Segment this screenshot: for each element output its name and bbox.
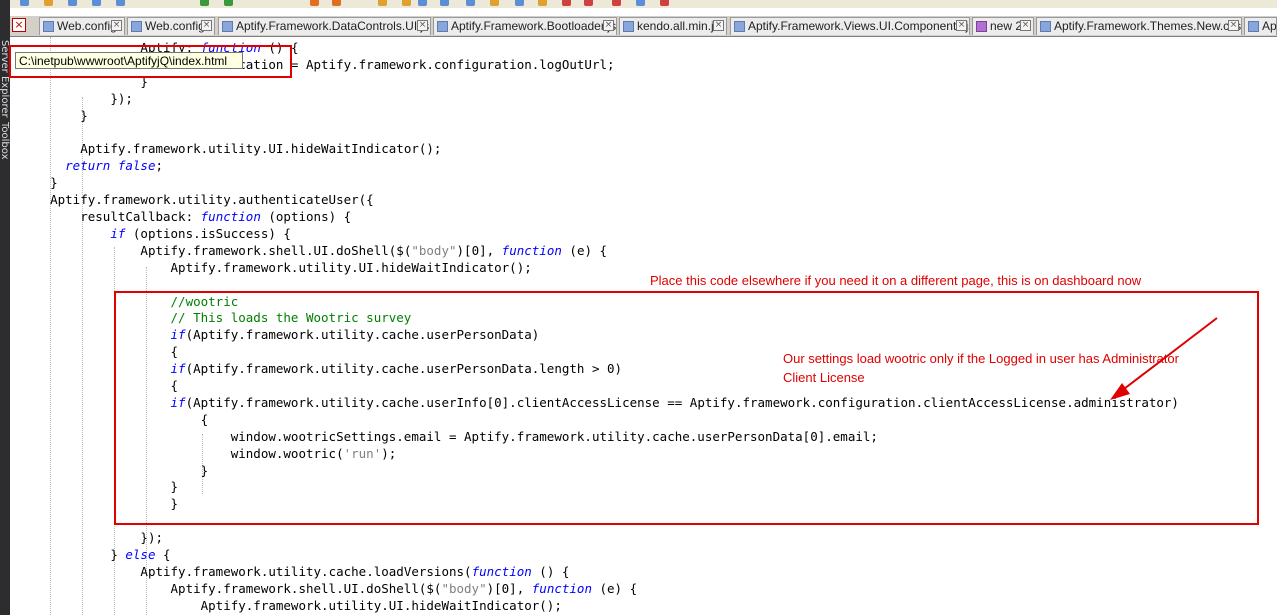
play-icon[interactable] [612,0,621,6]
tab-new-2[interactable]: new 2 × [972,17,1034,35]
bookmark-icon[interactable] [515,0,524,6]
annotation-side-note-line1: Our settings load wootric only if the Lo… [783,351,1179,366]
code-line: Aptify.framework.shell.UI.doShell($("bod… [170,580,638,596]
file-icon [222,21,233,32]
code-line: Aptify.framework.utility.UI.hideWaitIndi… [200,597,562,613]
code-line: } else { [110,547,171,562]
save-icon[interactable] [68,0,77,6]
annotation-top-note: Place this code elsewhere if you need it… [650,273,1142,288]
code-line: if (options.isSuccess) { [110,225,291,241]
file-tabs: Web.config × Web.config × Aptify.Framework… [10,16,1277,37]
save-macro-icon[interactable] [660,0,669,6]
file-icon [1248,21,1259,32]
tab-datacontrols-ui-js[interactable]: Aptify.Framework.DataControls.UI.js × [218,17,431,35]
path-highlight-box [9,45,292,78]
code-line: }); [110,90,133,106]
tab-close-icon[interactable]: × [1020,20,1031,31]
record-icon[interactable] [562,0,571,6]
tab-close-icon[interactable]: × [201,20,212,31]
tab-close-icon[interactable]: × [956,20,967,31]
stop-icon[interactable] [584,0,593,6]
side-panel: Server Explorer Toolbox [0,0,10,615]
code-line: return false; [65,158,164,174]
code-line: Aptify.framework.utility.UI.hideWaitIndi… [170,259,532,275]
wrap-icon[interactable] [466,0,475,6]
undo-icon[interactable] [200,0,209,6]
file-icon [623,21,634,32]
code-line: } [50,175,58,191]
file-icon [43,21,54,32]
toolbox-label[interactable]: Toolbox [0,122,10,160]
code-line: } [80,107,88,123]
replace-icon[interactable] [418,0,427,6]
file-icon [437,21,448,32]
code-line: }); [140,530,163,546]
macro-icon[interactable] [538,0,547,6]
copy-icon[interactable] [332,0,341,6]
code-line: resultCallback: function (options) { [80,209,352,224]
tab-bootloader-js[interactable]: Aptify.Framework.Bootloader.js × [433,17,617,35]
tab-close-icon[interactable]: × [713,20,724,31]
file-icon [734,21,745,32]
tab-close-icon[interactable]: × [417,20,428,31]
file-icon [976,21,987,32]
code-line: Aptify.framework.shell.UI.doShell($("bod… [140,242,608,258]
code-line: Aptify.framework.utility.cache.loadVersi… [140,563,570,579]
tab-views-ui-components-js[interactable]: Aptify.Framework.Views.UI.Components.js × [730,17,970,35]
zoom-icon[interactable] [440,0,449,6]
code-line: Aptify.framework.utility.authenticateUse… [50,192,374,208]
code-line: Aptify.framework.utility.UI.hideWaitIndi… [80,141,442,157]
tab-close-icon[interactable]: × [1228,20,1239,31]
redo-icon[interactable] [224,0,233,6]
open-file-icon[interactable] [44,0,53,6]
tab-web-config-2[interactable]: Web.config × [127,17,215,35]
cut-icon[interactable] [310,0,319,6]
file-icon [131,21,142,32]
paste-icon[interactable] [378,0,387,6]
close-icon[interactable] [116,0,125,6]
toolbar [10,0,1277,8]
indent-icon[interactable] [490,0,499,6]
annotation-side-note-line2: Client License [783,370,865,385]
file-icon [1040,21,1051,32]
tab-apt-overflow[interactable]: Apt [1244,17,1277,35]
save-all-icon[interactable] [92,0,101,6]
tab-close-icon[interactable]: × [111,20,122,31]
active-tab-close-icon[interactable]: × [12,18,26,32]
find-icon[interactable] [402,0,411,6]
new-file-icon[interactable] [20,0,29,6]
tab-kendo-all-min-js[interactable]: kendo.all.min.js × [619,17,727,35]
tab-web-config-1[interactable]: Web.config × [39,17,125,35]
tab-close-icon[interactable]: × [603,20,614,31]
wootric-code-highlight-box [114,291,1259,525]
run-icon[interactable] [636,0,645,6]
tab-themes-new-css[interactable]: Aptify.Framework.Themes.New.css × [1036,17,1242,35]
